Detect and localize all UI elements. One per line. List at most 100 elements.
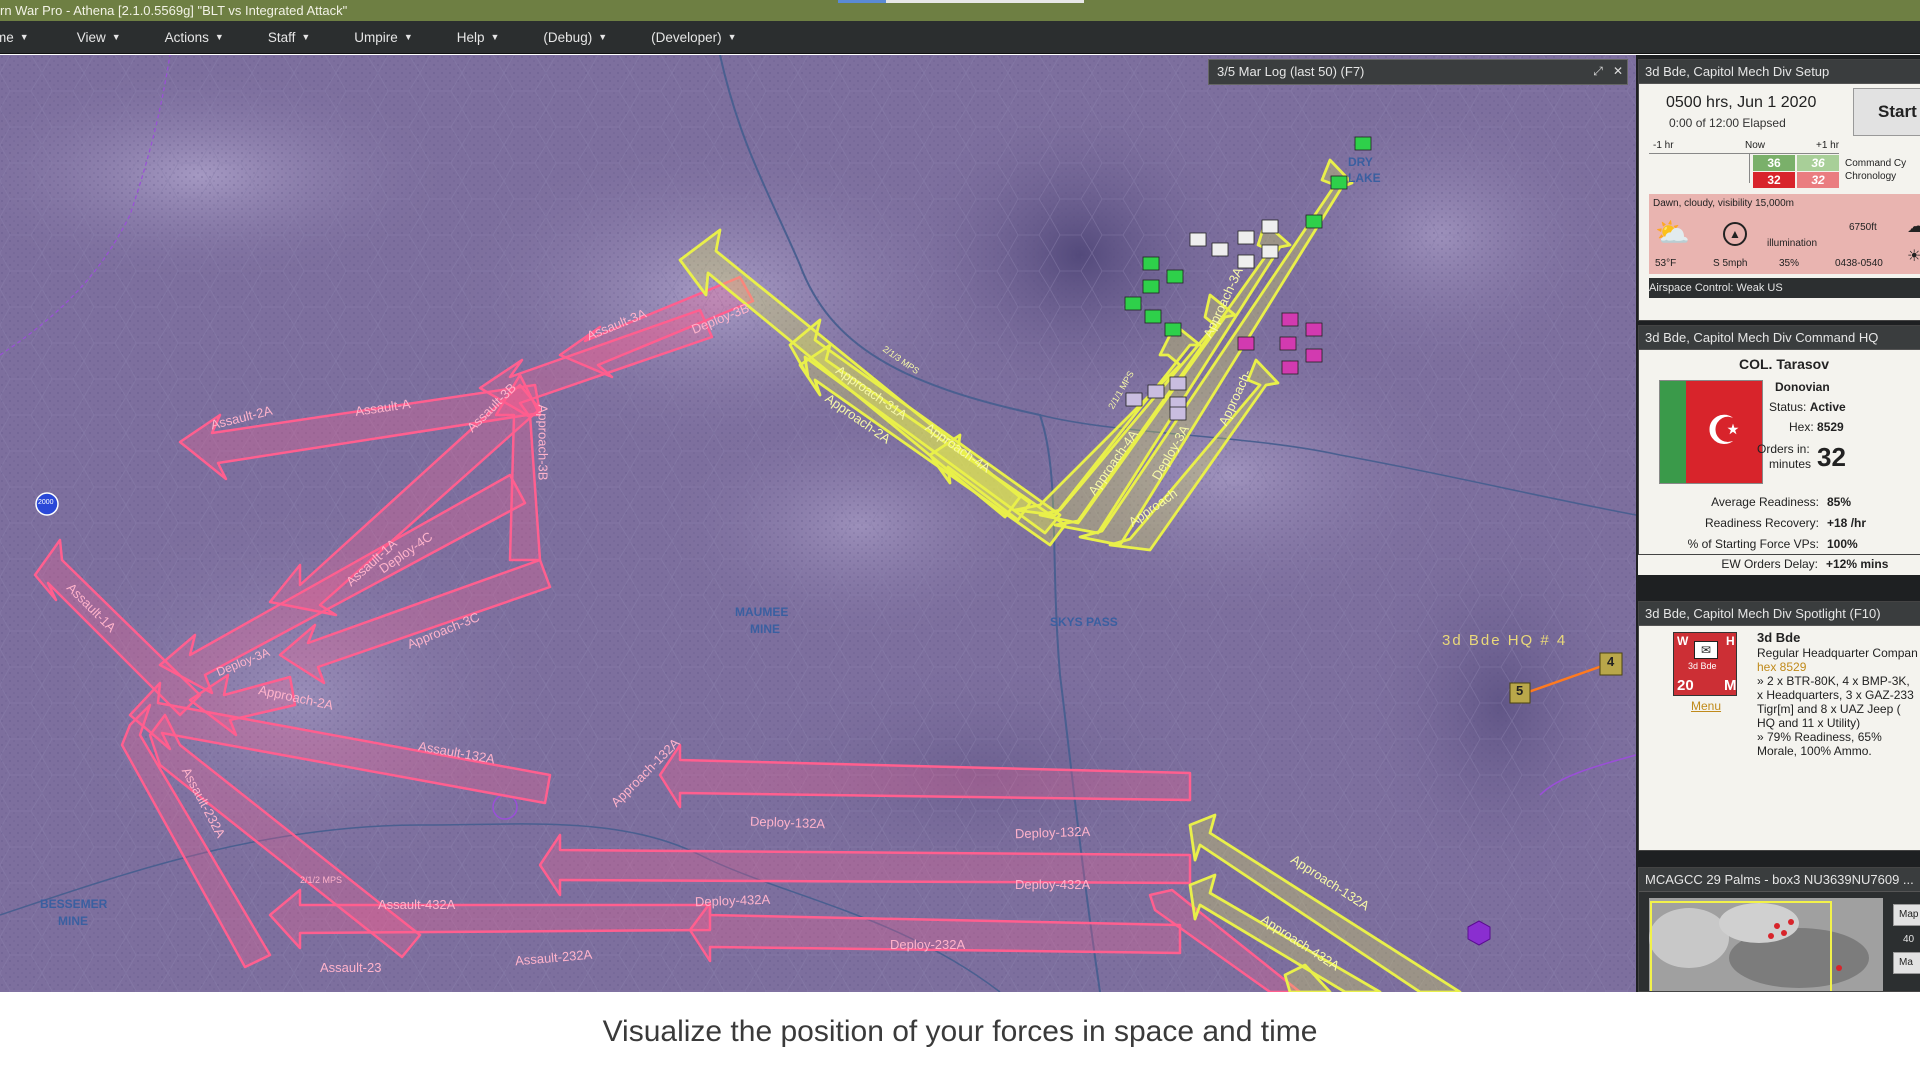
hex-marker-5[interactable]: 5 [1516, 683, 1523, 698]
arrow-label: Deploy-132A [749, 813, 826, 832]
chronology-label: Chronology [1845, 171, 1897, 182]
illumination-label: illumination [1767, 238, 1818, 249]
counter-bottom-right: M [1724, 677, 1737, 694]
elapsed-time: 0:00 of 12:00 Elapsed [1669, 116, 1786, 130]
stat-label: Average Readiness: [1711, 495, 1819, 509]
menu-game[interactable]: me ▼ [0, 30, 29, 45]
spotlight-panel: 3d Bde, Capitol Mech Div Spotlight (F10)… [1638, 601, 1920, 851]
menu-debug[interactable]: (Debug) ▼ [543, 30, 607, 45]
menu-actions[interactable]: Actions ▼ [165, 30, 224, 45]
menu-umpire[interactable]: Umpire ▼ [354, 30, 412, 45]
hq-panel-overflow: EW Orders Delay: +12% mins [1638, 555, 1920, 575]
menu-view[interactable]: View ▼ [77, 30, 121, 45]
caption-bar: Visualize the position of your forces in… [0, 992, 1920, 1080]
menu-staff[interactable]: Staff ▼ [268, 30, 310, 45]
setup-panel-header: 3d Bde, Capitol Mech Div Setup [1639, 60, 1920, 84]
arrow-label: Deploy-432A [694, 891, 771, 910]
temperature: 53°F [1655, 258, 1677, 269]
command-cycle-value: 36 [1753, 155, 1795, 171]
place-label: LAKE [1348, 171, 1381, 185]
timeline-minus: -1 hr [1653, 140, 1674, 151]
unit-marker-label: 2000 [38, 499, 54, 506]
stat-label: % of Starting Force VPs: [1687, 537, 1819, 551]
timeline-now-tick [1749, 153, 1750, 183]
map-button-2[interactable]: Ma [1893, 952, 1920, 974]
place-label: DRY [1348, 155, 1373, 169]
altitude: 6750ft [1849, 222, 1877, 233]
arrow-label: Deploy-232A [890, 937, 966, 952]
log-window[interactable]: 3/5 Mar Log (last 50) (F7) ⤢ ✕ [1208, 59, 1628, 85]
nation-flag: ☪ [1659, 380, 1763, 484]
minimap[interactable] [1649, 898, 1883, 991]
counter-name: 3d Bde [1688, 661, 1717, 671]
sun-times: 0438-0540 [1835, 258, 1883, 269]
weather-box: Dawn, cloudy, visibility 15,000m ⛅ ▲ 53°… [1649, 194, 1920, 274]
orders-delay-value: 32 [1817, 442, 1846, 472]
caption-text: Visualize the position of your forces in… [602, 1015, 1318, 1048]
close-icon[interactable]: ✕ [1609, 62, 1627, 80]
hq-label: 3d Bde HQ # 4 [1442, 632, 1568, 649]
orders-label-minutes: minutes [1769, 457, 1812, 471]
arrow-label: Assault-432A [378, 897, 456, 912]
spotlight-panel-header: 3d Bde, Capitol Mech Div Spotlight (F10) [1639, 602, 1920, 626]
minimap-terrain [1649, 898, 1883, 991]
popout-icon[interactable]: ⤢ [1589, 62, 1607, 80]
zoom-value: 40 [1903, 934, 1915, 945]
map-terrain [0, 55, 1636, 992]
tactical-map[interactable]: Assault-2A Assault-A Assault-3A Approach… [0, 55, 1636, 992]
chevron-down-icon: ▼ [490, 32, 500, 42]
setup-panel: 3d Bde, Capitol Mech Div Setup 0500 hrs,… [1638, 59, 1920, 321]
weather-text: Dawn, cloudy, visibility 15,000m [1653, 198, 1794, 209]
stat-value: 85% [1827, 495, 1852, 509]
counter-top-right: H [1726, 634, 1735, 648]
place-label: MAUMEE [735, 605, 789, 619]
minimap-panel: MCAGCC 29 Palms - box3 NU3639NU7609 ... [1638, 867, 1920, 992]
arrow-label: Deploy-132A [1014, 823, 1091, 842]
arrow-label: Approach-3B [535, 404, 551, 481]
place-label: BESSEMER [40, 897, 108, 911]
minimap-panel-header: MCAGCC 29 Palms - box3 NU3639NU7609 ... [1639, 868, 1920, 892]
mps-label: 2/1/2 MPS [300, 875, 343, 885]
place-label: MINE [750, 622, 780, 636]
chevron-down-icon: ▼ [19, 32, 29, 42]
title-accent [838, 0, 1084, 3]
orders-label: Orders in: [1757, 442, 1810, 456]
chevron-down-icon: ▼ [301, 32, 311, 42]
faction-name: Donovian [1775, 380, 1830, 394]
chronology-value: 32 [1753, 172, 1795, 188]
cloud-sun-icon: ⛅ [1655, 217, 1690, 248]
chevron-down-icon: ▼ [111, 32, 121, 42]
command-cycle-next: 36 [1797, 155, 1839, 171]
unit-menu-link[interactable]: Menu [1691, 699, 1721, 713]
commander-name: COL. Tarasov [1739, 356, 1829, 372]
right-panel: 3d Bde, Capitol Mech Div Setup 0500 hrs,… [1636, 55, 1920, 992]
unit-name: 3d Bde [1757, 630, 1801, 645]
menu-help[interactable]: Help ▼ [457, 30, 500, 45]
hq-panel: 3d Bde, Capitol Mech Div Command HQ COL.… [1638, 325, 1920, 555]
counter-top-left: W [1677, 634, 1689, 648]
arrow-label: Assault-23 [320, 960, 382, 975]
wind-direction-icon: ▲ [1723, 222, 1747, 246]
title-bar: rn War Pro - Athena [2.1.0.5569g] "BLT v… [0, 0, 1920, 21]
map-button[interactable]: Map [1893, 904, 1920, 926]
hq-symbol-icon: ✉ [1694, 641, 1718, 659]
unit-counter[interactable]: W H ✉ 3d Bde 20 M [1673, 632, 1737, 696]
timeline-plus: +1 hr [1816, 140, 1840, 151]
start-button[interactable]: Start [1853, 88, 1920, 136]
menu-developer[interactable]: (Developer) ▼ [651, 30, 736, 45]
stat-value: 100% [1827, 537, 1858, 551]
chevron-down-icon: ▼ [598, 32, 608, 42]
stat-value: +12% mins [1826, 557, 1889, 571]
stat-label: EW Orders Delay: [1721, 557, 1818, 571]
unit-hex: hex 8529 [1757, 660, 1807, 674]
unit-description: » 2 x BTR-80K, 4 x BMP-3K, x Headquarter… [1757, 674, 1914, 758]
flag-green-stripe [1660, 381, 1686, 483]
menu-bar: me ▼ View ▼ Actions ▼ Staff ▼ Umpire ▼ Help ▼ … [0, 21, 1920, 54]
place-label: SKYS PASS [1050, 615, 1118, 629]
chevron-down-icon: ▼ [403, 32, 413, 42]
hex-marker-4[interactable]: 4 [1607, 654, 1614, 669]
place-label: MINE [58, 914, 88, 928]
counter-strength: 20 [1677, 677, 1694, 694]
chevron-down-icon: ▼ [727, 32, 737, 42]
stat-value: +18 /hr [1827, 516, 1867, 530]
